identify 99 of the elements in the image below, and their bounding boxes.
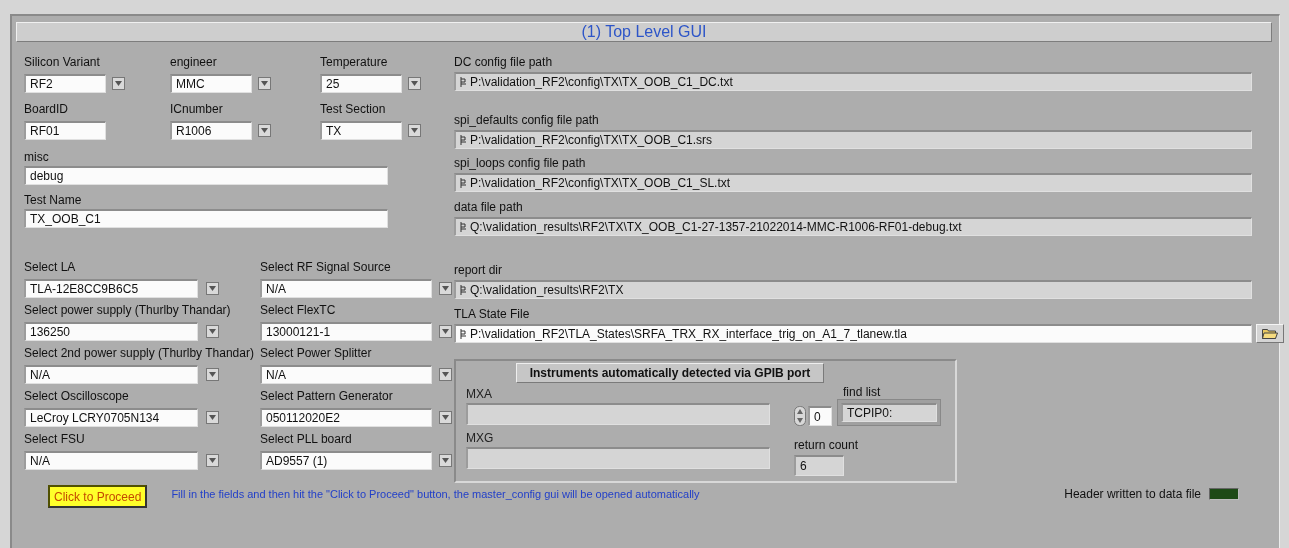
group-title: Instruments automatically detected via GPIB port xyxy=(516,363,824,383)
combo-field[interactable]: TLA-12E8CC9B6C5 xyxy=(24,279,198,298)
combo-field[interactable]: AD9557 (1) xyxy=(260,451,432,470)
field-label: Select FlexTC xyxy=(260,303,336,317)
combo-field[interactable]: 050112020E2 xyxy=(260,408,432,427)
field-label: Select RF Signal Source xyxy=(260,260,391,274)
caret-down-icon xyxy=(411,81,418,86)
caret-down-icon xyxy=(209,372,216,377)
path-icon xyxy=(460,222,467,232)
combo-field[interactable]: LeCroy LCRY0705N134 xyxy=(24,408,198,427)
index-field[interactable]: 0 xyxy=(808,406,832,426)
combo-field[interactable]: RF2 xyxy=(24,74,106,93)
combo-field[interactable]: N/A xyxy=(24,451,198,470)
field-label: Select Oscilloscope xyxy=(24,389,129,403)
path-icon xyxy=(460,178,467,188)
proceed-button[interactable]: Click to Proceed xyxy=(48,485,148,508)
field-label: misc xyxy=(24,150,49,164)
path-icon xyxy=(460,285,467,295)
path-field: P:\validation_RF2\config\TX\TX_OOB_C1.srs xyxy=(454,130,1252,149)
field-label: Select Power Splitter xyxy=(260,346,372,360)
field-label: Test Name xyxy=(24,193,82,207)
field-label: spi_defaults config file path xyxy=(454,113,599,127)
caret-down-icon xyxy=(442,415,449,420)
text-field[interactable]: RF01 xyxy=(24,121,106,140)
path-field[interactable]: P:\validation_RF2\TLA_States\SRFA_TRX_RX_interface_trig_on_A1_7_tlanew.tla xyxy=(454,324,1252,343)
caret-down-icon xyxy=(261,128,268,133)
led-label: Header written to data file xyxy=(1064,486,1201,501)
field-label: Silicon Variant xyxy=(24,55,100,69)
caret-down-icon xyxy=(411,128,418,133)
field-label: MXG xyxy=(466,431,494,445)
dropdown-button[interactable] xyxy=(439,282,452,295)
field-label: MXA xyxy=(466,387,492,401)
field-label: Select FSU xyxy=(24,432,85,446)
field-label: engineer xyxy=(170,55,217,69)
caret-down-icon xyxy=(209,415,216,420)
spinner-control[interactable] xyxy=(794,406,806,426)
path-field: Q:\validation_results\RF2\TX xyxy=(454,280,1252,299)
text-field[interactable]: debug xyxy=(24,166,388,185)
combo-field[interactable]: 25 xyxy=(320,74,402,93)
field-label: Select 2nd power supply (Thurlby Thandar) xyxy=(24,346,254,360)
dropdown-button[interactable] xyxy=(206,282,219,295)
dropdown-button[interactable] xyxy=(258,124,271,137)
path-field: P:\validation_RF2\config\TX\TX_OOB_C1_SL.txt xyxy=(454,173,1252,192)
field-label: DC config file path xyxy=(454,55,553,69)
dropdown-button[interactable] xyxy=(408,77,421,90)
dropdown-button[interactable] xyxy=(112,77,125,90)
field-label: find list xyxy=(843,385,881,399)
path-icon xyxy=(460,77,467,87)
combo-field[interactable]: N/A xyxy=(24,365,198,384)
field-label: Temperature xyxy=(320,55,388,69)
combo-field[interactable]: 136250 xyxy=(24,322,198,341)
combo-field[interactable]: MMC xyxy=(170,74,252,93)
field-label: BoardID xyxy=(24,102,69,116)
field-label: ICnumber xyxy=(170,102,223,116)
dropdown-button[interactable] xyxy=(439,411,452,424)
combo-field[interactable]: N/A xyxy=(260,365,432,384)
panel-title: (1) Top Level GUI xyxy=(16,22,1272,42)
field-label: TLA State File xyxy=(454,307,530,321)
caret-down-icon xyxy=(209,329,216,334)
dropdown-button[interactable] xyxy=(408,124,421,137)
field-label: data file path xyxy=(454,200,523,214)
combo-field[interactable]: TX xyxy=(320,121,402,140)
caret-down-icon xyxy=(261,81,268,86)
path-icon xyxy=(460,135,467,145)
dropdown-button[interactable] xyxy=(206,454,219,467)
combo-field[interactable]: N/A xyxy=(260,279,432,298)
field-label: Test Section xyxy=(320,102,386,116)
dropdown-button[interactable] xyxy=(439,325,452,338)
hint-text: Fill in the fields and then hit the "Click to Proceed" button, the master_config gui will be opened automatically xyxy=(171,487,700,500)
count-field: 6 xyxy=(794,455,844,476)
combo-field[interactable]: 13000121-1 xyxy=(260,322,432,341)
browse-button[interactable] xyxy=(1256,324,1284,343)
dropdown-button[interactable] xyxy=(206,411,219,424)
dropdown-button[interactable] xyxy=(206,325,219,338)
caret-down-icon xyxy=(115,81,122,86)
field-label: Select Pattern Generator xyxy=(260,389,393,403)
path-field: Q:\validation_results\RF2\TX\TX_OOB_C1-27-1357-21022014-MMC-R1006-RF01-debug.txt xyxy=(454,217,1252,236)
field-label: report dir xyxy=(454,263,503,277)
caret-down-icon xyxy=(442,286,449,291)
caret-down-icon xyxy=(442,458,449,463)
caret-down-icon xyxy=(442,372,449,377)
path-field: P:\validation_RF2\config\TX\TX_OOB_C1_DC.txt xyxy=(454,72,1252,91)
dropdown-button[interactable] xyxy=(206,368,219,381)
caret-down-icon xyxy=(209,458,216,463)
path-icon xyxy=(460,329,467,339)
field-label: Select power supply (Thurlby Thandar) xyxy=(24,303,231,317)
dropdown-button[interactable] xyxy=(439,368,452,381)
dropdown-button[interactable] xyxy=(439,454,452,467)
find-list-field: TCPIP0: xyxy=(841,403,937,422)
field-label: return count xyxy=(794,438,859,452)
combo-field[interactable]: R1006 xyxy=(170,121,252,140)
caret-down-icon xyxy=(442,329,449,334)
dropdown-button[interactable] xyxy=(258,77,271,90)
folder-icon xyxy=(1262,328,1278,339)
field-label: spi_loops config file path xyxy=(454,156,586,170)
field-label: Select PLL board xyxy=(260,432,352,446)
text-field[interactable]: TX_OOB_C1 xyxy=(24,209,388,228)
caret-down-icon xyxy=(209,286,216,291)
field-label: Select LA xyxy=(24,260,76,274)
